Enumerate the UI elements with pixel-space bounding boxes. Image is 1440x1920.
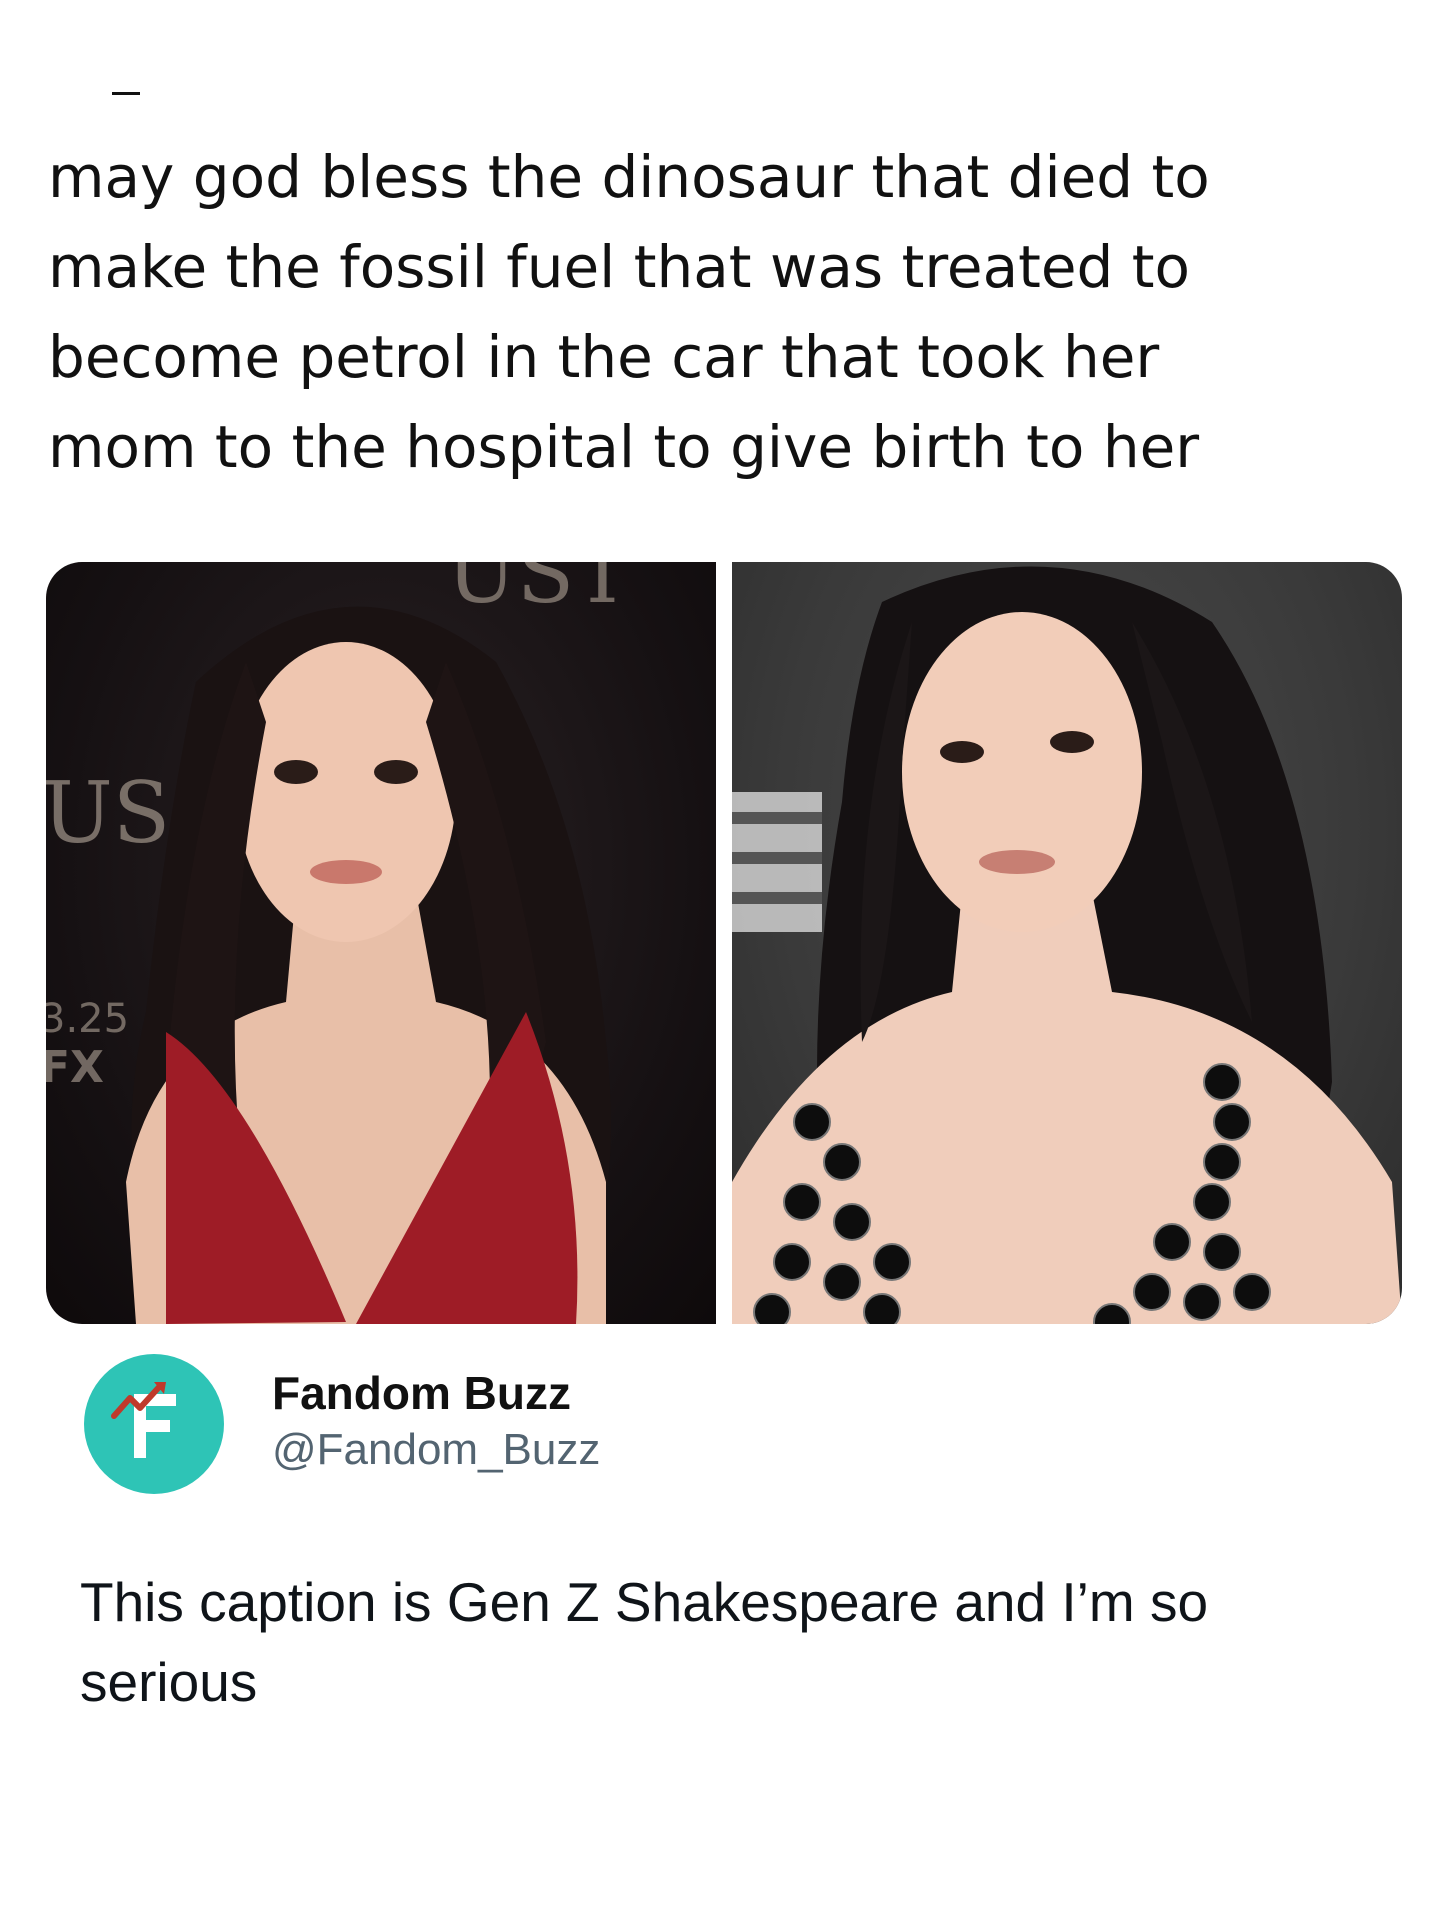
backdrop-text-top: UST: [446, 562, 630, 622]
photo-left-image: UST US 3.25 FX: [46, 562, 630, 1324]
fandom-buzz-logo-icon: [111, 1382, 176, 1458]
author-block: Fandom Buzz @Fandom_Buzz: [84, 1354, 600, 1494]
top-divider: [112, 92, 140, 95]
backdrop-logo: FX: [46, 1042, 104, 1093]
media-grid: UST US 3.25 FX: [46, 562, 1402, 1324]
photo-right[interactable]: [732, 562, 1402, 1324]
photo-right-image: [732, 566, 1402, 1324]
handle[interactable]: @Fandom_Buzz: [272, 1421, 600, 1479]
avatar[interactable]: [84, 1354, 224, 1494]
author-text: Fandom Buzz @Fandom_Buzz: [272, 1365, 600, 1479]
photo-left[interactable]: UST US 3.25 FX: [46, 562, 716, 1324]
backdrop-date: 3.25: [46, 996, 129, 1042]
display-name[interactable]: Fandom Buzz: [272, 1365, 600, 1421]
quoted-post-text: may god bless the dinosaur that died to …: [48, 143, 1210, 481]
post-text: This caption is Gen Z Shakespeare and I’…: [80, 1571, 1209, 1713]
backdrop-text-side: US: [46, 764, 170, 862]
